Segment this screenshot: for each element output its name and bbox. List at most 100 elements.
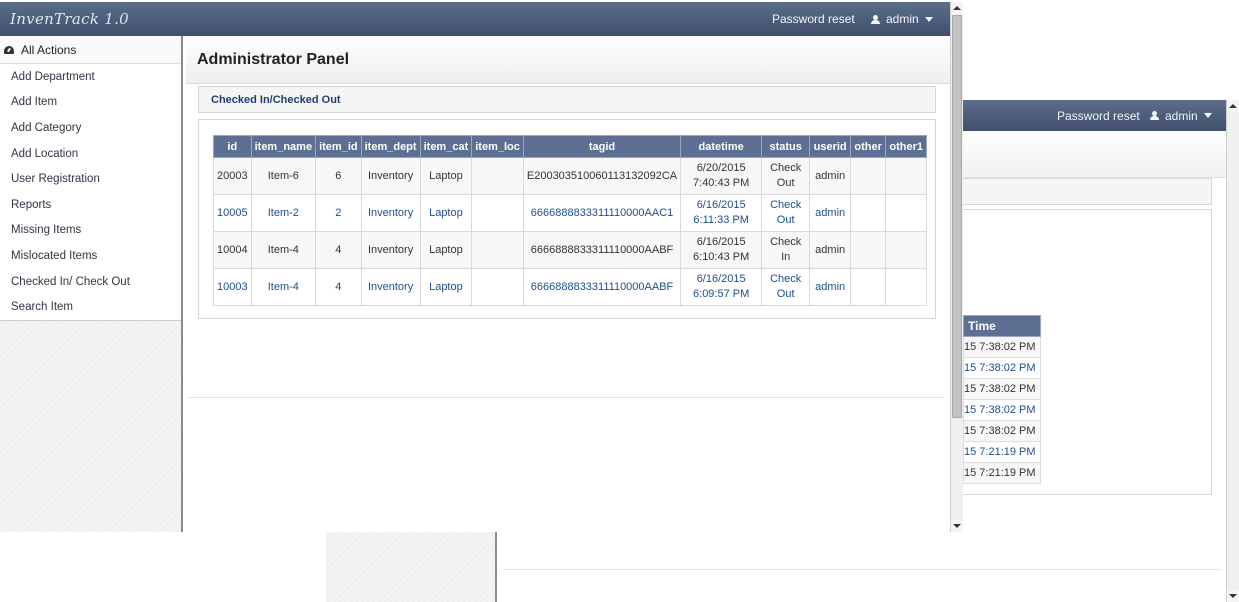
- sidebar-item-add-item[interactable]: Add Item: [0, 90, 181, 116]
- cell-id: 10003: [213, 268, 252, 306]
- scroll-up-arrow-icon[interactable]: [1227, 100, 1239, 112]
- main-content: Administrator Panel Checked In/Checked O…: [183, 36, 950, 532]
- back-time-column-header: Time: [963, 315, 1041, 337]
- page-header: Administrator Panel: [186, 36, 950, 84]
- sidebar-item-reports[interactable]: Reports: [0, 192, 181, 218]
- table-header-row: id item_name item_id item_dept item_cat item_…: [213, 135, 928, 158]
- cell-other: [850, 194, 887, 232]
- cell-item-id-text: 6: [335, 169, 342, 182]
- cell-item-id: 4: [315, 231, 362, 269]
- cell-id: 10005: [213, 194, 252, 232]
- sidebar-item-user-registration[interactable]: User Registration: [0, 166, 181, 192]
- cell-item-dept-text: Inventory: [367, 169, 414, 182]
- column-header-other1[interactable]: other1: [885, 135, 928, 158]
- column-header-item-dept[interactable]: item_dept: [360, 135, 421, 158]
- cell-id-text: 10004: [217, 243, 248, 256]
- scrollbar-thumb[interactable]: [952, 15, 962, 418]
- cell-item-dept-text: Inventory: [367, 206, 414, 219]
- dashboard-icon: [4, 45, 14, 54]
- column-header-item-id[interactable]: item_id: [315, 135, 362, 158]
- cell-item-cat: Laptop: [419, 268, 473, 306]
- back-table-row: 15 7:38:02 PM: [963, 378, 1041, 400]
- column-header-other[interactable]: other: [850, 135, 887, 158]
- scroll-up-arrow-icon[interactable]: [951, 2, 963, 14]
- back-page-header: [963, 131, 1226, 178]
- cell-userid: admin: [809, 194, 852, 232]
- table-row[interactable]: 20003 Item-6 6 Inventory Laptop E200303510060…: [213, 157, 928, 195]
- column-header-userid[interactable]: userid: [809, 135, 852, 158]
- table-row[interactable]: 10003 Item-4 4 Inventory Laptop 6666888833311…: [213, 268, 928, 306]
- back-time-cell: 15 7:38:02 PM: [963, 357, 1041, 379]
- back-password-reset-link[interactable]: Password reset: [1057, 100, 1140, 131]
- cell-item-cat-text: Laptop: [429, 206, 463, 219]
- cell-status-text: Out: [776, 177, 795, 189]
- cell-status: Check Out: [761, 157, 811, 195]
- column-header-item-loc[interactable]: item_loc: [471, 135, 524, 158]
- desktop: Password reset admin Time 15 7:38:02 PM 1…: [0, 0, 1239, 602]
- back-panel-heading: [963, 178, 1212, 205]
- cell-other1: [885, 231, 928, 269]
- cell-datetime-text: 6/16/2015: [696, 199, 746, 211]
- sidebar-item-mislocated-items[interactable]: Mislocated Items: [0, 243, 181, 269]
- cell-datetime-text: 6/16/2015: [696, 273, 746, 285]
- cell-status-text: Out: [776, 288, 795, 300]
- cell-status-text: Out: [776, 214, 795, 226]
- cell-status-text: Check: [770, 199, 802, 211]
- cell-status-text: Check: [770, 236, 802, 248]
- cell-item-id: 2: [315, 194, 362, 232]
- scroll-down-arrow-icon[interactable]: [1227, 590, 1239, 602]
- cell-userid-text: admin: [815, 169, 846, 182]
- cell-item-id: 4: [315, 268, 362, 306]
- table-row[interactable]: 10004 Item-4 4 Inventory Laptop 6666888833311…: [213, 231, 928, 269]
- cell-other: [850, 268, 887, 306]
- cell-other: [850, 157, 887, 195]
- sidebar-item-add-location[interactable]: Add Location: [0, 141, 181, 167]
- cell-item-dept: Inventory: [360, 231, 421, 269]
- column-header-tagid[interactable]: tagid: [522, 135, 682, 158]
- sidebar-item-search-item[interactable]: Search Item: [0, 294, 181, 322]
- vertical-scrollbar[interactable]: [950, 2, 963, 532]
- cell-datetime: 6/16/2015 6:09:57 PM: [680, 268, 763, 306]
- sidebar-item-checked-in-out[interactable]: Checked In/ Check Out: [0, 269, 181, 295]
- user-name: admin: [886, 12, 919, 26]
- back-table-row: 15 7:38:02 PM: [963, 336, 1041, 358]
- cell-item-loc: [471, 268, 524, 306]
- cell-tagid: E200303510060113132092CA: [522, 157, 682, 195]
- cell-item-cat: Laptop: [419, 194, 473, 232]
- column-header-item-name[interactable]: item_name: [250, 135, 317, 158]
- column-header-item-cat[interactable]: item_cat: [419, 135, 473, 158]
- back-time-cell: 15 7:38:02 PM: [963, 420, 1041, 442]
- cell-datetime: 6/20/2015 7:40:43 PM: [680, 157, 763, 195]
- back-table-row: 15 7:38:02 PM: [963, 420, 1041, 442]
- cell-datetime-text: 6:10:43 PM: [693, 251, 750, 263]
- cell-item-id-text: 4: [335, 243, 342, 256]
- column-header-id[interactable]: id: [213, 135, 252, 158]
- user-menu[interactable]: admin: [871, 2, 933, 36]
- cell-datetime-text: 6:09:57 PM: [693, 288, 750, 300]
- sidebar-header[interactable]: All Actions: [0, 36, 181, 64]
- cell-tagid: 6666888833311110000AABF: [522, 231, 682, 269]
- cell-item-name-text: Item-4: [267, 280, 299, 293]
- column-header-status[interactable]: status: [761, 135, 811, 158]
- sidebar-item-add-category[interactable]: Add Category: [0, 115, 181, 141]
- cell-item-name: Item-4: [250, 231, 317, 269]
- sidebar-item-missing-items[interactable]: Missing Items: [0, 218, 181, 244]
- cell-item-id-text: 4: [335, 280, 342, 293]
- password-reset-link[interactable]: Password reset: [772, 2, 855, 36]
- table-row[interactable]: 10005 Item-2 2 Inventory Laptop 6666888833311…: [213, 194, 928, 232]
- back-user-menu[interactable]: admin: [1150, 100, 1212, 131]
- back-window-sidebar-remnant: [326, 532, 497, 602]
- cell-other1: [885, 157, 928, 195]
- sidebar-item-add-department[interactable]: Add Department: [0, 64, 181, 90]
- cell-userid: admin: [809, 231, 852, 269]
- cell-userid-text: admin: [815, 280, 846, 293]
- back-time-table: Time 15 7:38:02 PM 15 7:38:02 PM 15 7:38:0…: [963, 315, 1041, 484]
- back-user-name: admin: [1165, 108, 1198, 123]
- sidebar: All Actions Add Department Add Item Add …: [0, 36, 183, 532]
- panel-heading: Checked In/Checked Out: [198, 86, 936, 113]
- scroll-down-arrow-icon[interactable]: [951, 520, 963, 532]
- cell-item-name-text: Item-6: [267, 169, 299, 182]
- column-header-datetime[interactable]: datetime: [680, 135, 763, 158]
- app-brand-logo[interactable]: InvenTrack 1.0: [10, 2, 129, 36]
- back-vertical-scrollbar[interactable]: [1226, 100, 1239, 602]
